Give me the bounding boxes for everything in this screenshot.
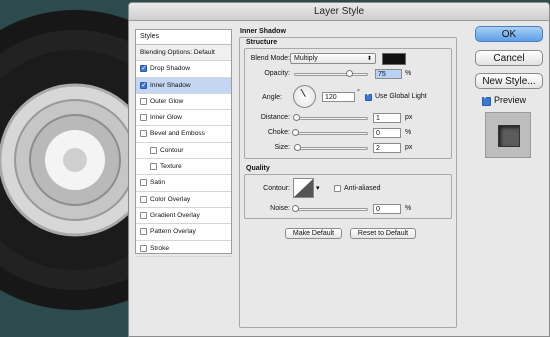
contour-label: Contour: bbox=[263, 185, 290, 192]
ok-button[interactable]: OK bbox=[475, 26, 543, 42]
choke-label: Choke: bbox=[267, 129, 290, 136]
style-item-checkbox[interactable] bbox=[140, 114, 147, 122]
reset-to-default-button[interactable]: Reset to Default bbox=[350, 228, 416, 239]
styles-header[interactable]: Styles bbox=[136, 30, 231, 45]
preview-label: Preview bbox=[494, 95, 527, 105]
noise-label: Noise: bbox=[270, 205, 290, 212]
blending-options-label: Blending Options: Default bbox=[140, 49, 215, 56]
style-item-label: Inner Glow bbox=[150, 114, 182, 122]
anti-aliased-checkbox[interactable] bbox=[334, 185, 341, 192]
structure-group bbox=[244, 48, 452, 159]
distance-slider-thumb[interactable] bbox=[293, 114, 300, 121]
preview-checkbox[interactable] bbox=[482, 93, 491, 106]
noise-unit: % bbox=[405, 205, 412, 212]
opacity-input[interactable]: 75 bbox=[375, 69, 402, 79]
layer-style-dialog: Layer Style Styles Blending Options: Def… bbox=[128, 2, 550, 337]
style-item-checkbox[interactable] bbox=[140, 228, 147, 236]
style-item-label: Stroke bbox=[150, 244, 170, 252]
size-input[interactable]: 2 bbox=[373, 143, 401, 153]
opacity-slider[interactable] bbox=[294, 70, 368, 77]
structure-title: Structure bbox=[246, 39, 278, 46]
style-item-checkbox[interactable] bbox=[150, 163, 157, 171]
size-slider-thumb[interactable] bbox=[294, 144, 301, 151]
style-item-label: Contour bbox=[160, 146, 184, 154]
distance-label: Distance: bbox=[260, 114, 290, 121]
style-item-checkbox[interactable] bbox=[140, 179, 147, 187]
noise-slider-thumb[interactable] bbox=[292, 205, 299, 212]
blend-mode-select[interactable]: Multiply ⬍ bbox=[290, 53, 376, 64]
style-item-label: Drop Shadow bbox=[150, 65, 190, 73]
preview-swatch bbox=[498, 125, 520, 147]
style-item-label: Texture bbox=[160, 163, 182, 171]
style-item-checkbox[interactable] bbox=[140, 97, 147, 105]
angle-unit: ° bbox=[357, 89, 360, 96]
svg-text:▾: ▾ bbox=[316, 185, 320, 192]
shadow-color-swatch[interactable] bbox=[382, 53, 406, 65]
style-item-color-overlay[interactable]: Color Overlay bbox=[136, 192, 231, 208]
opacity-unit: % bbox=[405, 70, 412, 77]
dialog-titlebar: Layer Style bbox=[129, 3, 549, 21]
opacity-slider-thumb[interactable] bbox=[346, 70, 353, 77]
style-item-checkbox[interactable] bbox=[140, 130, 147, 138]
style-item-inner-glow[interactable]: Inner Glow bbox=[136, 110, 231, 127]
style-item-checkbox[interactable] bbox=[140, 211, 147, 219]
style-item-stroke[interactable]: Stroke bbox=[136, 241, 231, 257]
noise-input[interactable]: 0 bbox=[373, 204, 401, 214]
distance-slider[interactable] bbox=[293, 114, 368, 121]
angle-input[interactable]: 120 bbox=[322, 92, 355, 102]
new-style-button[interactable]: New Style... bbox=[475, 73, 543, 89]
style-item-inner-shadow[interactable]: Inner Shadow bbox=[136, 77, 231, 94]
preview-thumbnail bbox=[485, 112, 531, 158]
angle-label: Angle: bbox=[262, 94, 282, 101]
quality-title: Quality bbox=[246, 165, 270, 172]
style-item-texture[interactable]: Texture bbox=[136, 159, 231, 176]
size-unit: px bbox=[405, 144, 413, 151]
contour-picker[interactable]: ▾ bbox=[293, 178, 322, 198]
style-item-drop-shadow[interactable]: Drop Shadow bbox=[136, 61, 231, 78]
size-slider[interactable] bbox=[294, 144, 368, 151]
styles-list-panel: Styles Blending Options: Default Drop Sh… bbox=[135, 29, 232, 257]
style-item-label: Bevel and Emboss bbox=[150, 130, 205, 138]
distance-input[interactable]: 1 bbox=[373, 113, 401, 123]
opacity-label: Opacity: bbox=[264, 70, 290, 77]
choke-unit: % bbox=[405, 129, 412, 136]
style-item-checkbox[interactable] bbox=[140, 244, 147, 252]
style-item-satin[interactable]: Satin bbox=[136, 175, 231, 192]
cancel-button[interactable]: Cancel bbox=[475, 50, 543, 66]
style-item-checkbox[interactable] bbox=[140, 195, 147, 203]
choke-input[interactable]: 0 bbox=[373, 128, 401, 138]
noise-slider[interactable] bbox=[292, 205, 368, 212]
style-item-pattern-overlay[interactable]: Pattern Overlay bbox=[136, 224, 231, 241]
style-item-label: Color Overlay bbox=[150, 195, 191, 203]
style-item-checkbox[interactable] bbox=[140, 61, 147, 77]
make-default-button[interactable]: Make Default bbox=[285, 228, 342, 239]
inner-shadow-title: Inner Shadow bbox=[240, 28, 286, 35]
anti-aliased-label: Anti-aliased bbox=[344, 185, 381, 192]
use-global-light-label: Use Global Light bbox=[375, 93, 427, 100]
style-item-label: Satin bbox=[150, 179, 166, 187]
style-item-label: Gradient Overlay bbox=[150, 211, 200, 219]
style-item-label: Pattern Overlay bbox=[150, 228, 196, 236]
use-global-light-checkbox[interactable] bbox=[365, 90, 372, 101]
blend-mode-label: Blend Mode: bbox=[250, 55, 290, 62]
dialog-title: Layer Style bbox=[313, 6, 365, 17]
contour-curve-icon: ▾ bbox=[293, 178, 320, 198]
blend-mode-value: Multiply bbox=[294, 55, 318, 62]
style-item-bevel-and-emboss[interactable]: Bevel and Emboss bbox=[136, 126, 231, 143]
style-item-gradient-overlay[interactable]: Gradient Overlay bbox=[136, 208, 231, 225]
blending-options-item[interactable]: Blending Options: Default bbox=[136, 45, 231, 62]
style-item-label: Outer Glow bbox=[150, 97, 184, 105]
distance-unit: px bbox=[405, 114, 413, 121]
style-item-checkbox[interactable] bbox=[150, 146, 157, 154]
size-label: Size: bbox=[274, 144, 290, 151]
angle-dial[interactable] bbox=[293, 85, 316, 108]
select-arrows-icon: ⬍ bbox=[366, 56, 372, 62]
choke-slider-thumb[interactable] bbox=[292, 129, 299, 136]
style-item-outer-glow[interactable]: Outer Glow bbox=[136, 94, 231, 111]
style-item-label: Inner Shadow bbox=[150, 81, 191, 89]
quality-group bbox=[244, 174, 452, 219]
style-item-contour[interactable]: Contour bbox=[136, 143, 231, 160]
choke-slider[interactable] bbox=[292, 129, 368, 136]
style-item-checkbox[interactable] bbox=[140, 78, 147, 94]
